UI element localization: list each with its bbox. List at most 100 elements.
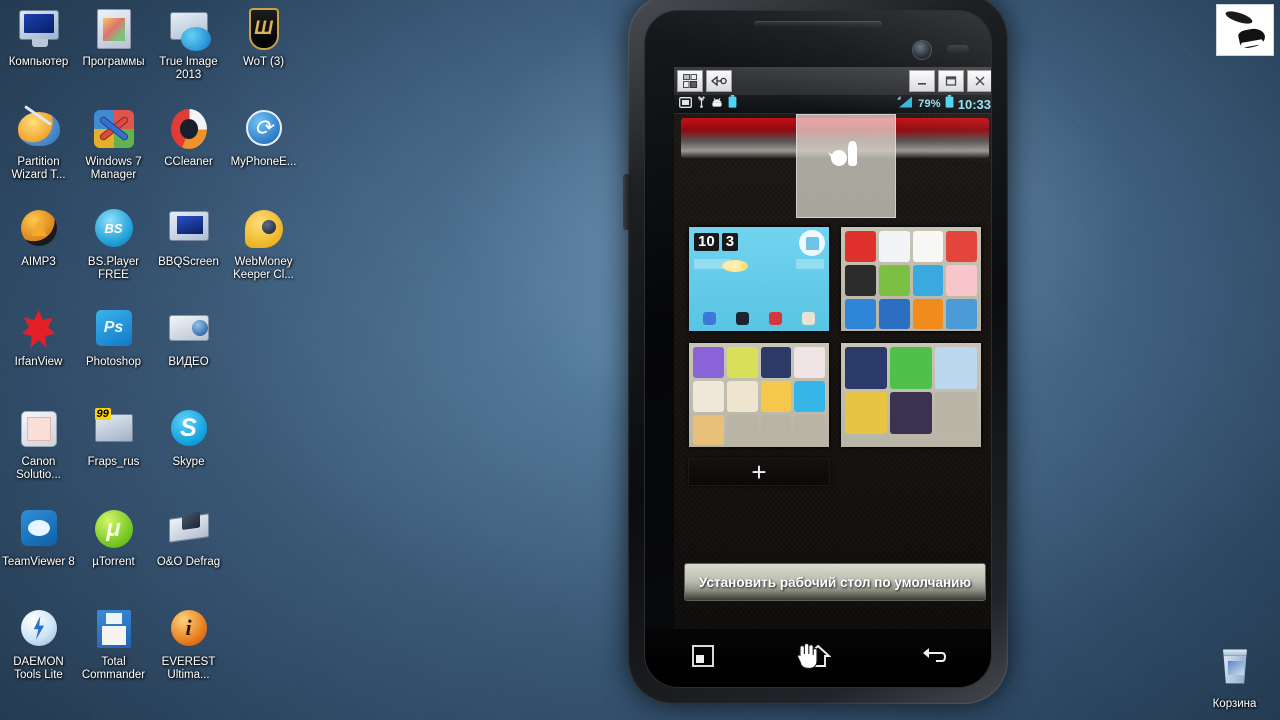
desktop-icon-computer[interactable]: Компьютер [1,2,76,102]
desktop-icon-teamviewer-8[interactable]: TeamViewer 8 [1,502,76,602]
preview-app-icon [693,347,724,378]
desktop-icon-wot[interactable]: WoT (3) [226,2,301,102]
desktop-icon-aimp3[interactable]: AIMP3 [1,202,76,302]
bbqscreen-icon [166,206,212,252]
aimp3-icon [16,206,62,252]
desktop-icon-label: Partition Wizard T... [11,156,66,181]
connect-icon[interactable] [706,70,732,92]
computer-icon [16,6,62,52]
launcher-overview-screen: 10 3 + Установить рабочий стол по умолчани… [674,114,991,647]
video-icon [166,306,212,352]
desktop-icon-label: DAEMON Tools Lite [13,656,64,681]
homescreen-preview-3[interactable] [688,342,830,448]
preview-app-icon [845,298,876,330]
preview-dock-icon [703,312,716,325]
desktop-icon-label: Skype [172,456,205,468]
clock-minute: 3 [721,233,739,251]
back-button[interactable] [903,638,963,678]
preview-app-icon [726,380,758,412]
desktop-icon-everest-ultimate[interactable]: EVEREST Ultima... [151,602,226,702]
preview-app-grid [693,347,825,446]
desktop-icon-photoshop[interactable]: Photoshop [76,302,151,402]
programs-icon [91,6,137,52]
maximize-icon[interactable] [938,70,964,92]
set-default-desktop-button[interactable]: Установить рабочий стол по умолчанию [684,563,986,601]
preview-dock-icon [736,312,749,325]
status-system-icons: 79% 10:33 [896,95,991,113]
daemon-tools-lite-icon [16,606,62,652]
homescreen-preview-1[interactable]: 10 3 [688,226,830,332]
home-button[interactable] [788,638,848,678]
preview-app-icon [946,264,977,296]
homescreen-preview-2[interactable] [840,226,982,332]
preview-app-icon [912,231,944,262]
desktop-icon-recycle-bin[interactable]: Корзина [1197,644,1272,711]
preview-app-icon [946,231,977,262]
desktop-icon-oo-defrag[interactable]: O&O Defrag [151,502,226,602]
desktop-icon-fraps-rus[interactable]: Fraps_rus [76,402,151,502]
fraps-rus-icon [91,406,137,452]
desktop-icon-canon-solution[interactable]: Canon Solutio... [1,402,76,502]
phone-screen-bezel: 79% 10:33 10 3 + Установить рабочий стол… [644,10,992,688]
desktop-icon-true-image-2013[interactable]: True Image 2013 [151,2,226,102]
desktop-icon-label: µTorrent [92,556,135,568]
back-icon [920,645,947,672]
desktop-icon-label: O&O Defrag [156,556,221,568]
phone-mockup: 79% 10:33 10 3 + Установить рабочий стол… [623,0,1008,704]
preview-app-icon [726,414,758,446]
desktop-icon-skype[interactable]: Skype [151,402,226,502]
preview-app-grid [845,347,977,443]
desktop-icon-label: Canon Solutio... [16,456,61,481]
close-icon[interactable] [967,70,991,92]
desktop-icon-label: WebMoney Keeper Cl... [233,256,294,281]
recycle-bin-label: Корзина [1212,697,1257,710]
desktop-icon-video[interactable]: ВИДЕО [151,302,226,402]
desktop-icon-bbqscreen[interactable]: BBQScreen [151,202,226,302]
wot-icon [241,6,287,52]
preview-app-icon [693,380,724,412]
desktop-icon-bsplayer-free[interactable]: BS.Player FREE [76,202,151,302]
desktop-icon-programs[interactable]: Программы [76,2,151,102]
minimize-icon[interactable] [909,70,935,92]
desktop-icon-daemon-tools-lite[interactable]: DAEMON Tools Lite [1,602,76,702]
windows-7-manager-icon [91,106,137,152]
recent-apps-button[interactable] [673,638,733,678]
desktop-icon-webmoney-keeper[interactable]: WebMoney Keeper Cl... [226,202,301,302]
homescreen-preview-add[interactable]: + [688,458,830,486]
mouse-cursor-icon [796,642,818,670]
desktop-icon-irfanview[interactable]: IrfanView [1,302,76,402]
phone-volume-button[interactable] [623,174,631,230]
desktop-icon-total-commander[interactable]: Total Commander [76,602,151,702]
myphoneexplorer-icon [241,106,287,152]
preview-app-icon [935,392,977,434]
mirroring-app-window: 79% 10:33 10 3 + Установить рабочий стол… [674,67,991,647]
phone-earpiece-speaker [754,21,882,28]
drag-drop-zone[interactable] [796,114,896,218]
weather-temp-text [796,259,824,269]
utorrent-icon [91,506,137,552]
desktop-icon-utorrent[interactable]: µTorrent [76,502,151,602]
preview-dock [689,312,829,325]
set-default-desktop-label: Установить рабочий стол по умолчанию [699,574,971,590]
titlebar-window-controls [909,70,991,92]
desktop-icon-ccleaner[interactable]: CCleaner [151,102,226,202]
clock-hour: 10 [694,233,719,251]
homescreen-preview-4[interactable] [840,342,982,448]
desktop-icon-partition-wizard[interactable]: Partition Wizard T... [1,102,76,202]
desktop-icon-label: IrfanView [14,356,63,368]
desktop-icon-label: ВИДЕО [168,356,209,368]
layout-icon[interactable] [677,70,703,92]
preview-dock-icon [769,312,782,325]
battery-percent-label: 79% [918,98,941,110]
preview-app-icon [912,298,944,330]
desktop-icon-windows-7-manager[interactable]: Windows 7 Manager [76,102,151,202]
clock-widget: 10 3 [694,233,739,251]
bsplayer-free-icon [91,206,137,252]
irfanview-icon [16,306,62,352]
preview-app-icon [890,392,932,434]
recycle-bin-icon [1212,648,1258,694]
desktop-icon-myphoneexplorer[interactable]: MyPhoneE... [226,102,301,202]
total-commander-icon [91,606,137,652]
preview-dock-icon [802,312,815,325]
preview-app-icon [726,347,758,378]
